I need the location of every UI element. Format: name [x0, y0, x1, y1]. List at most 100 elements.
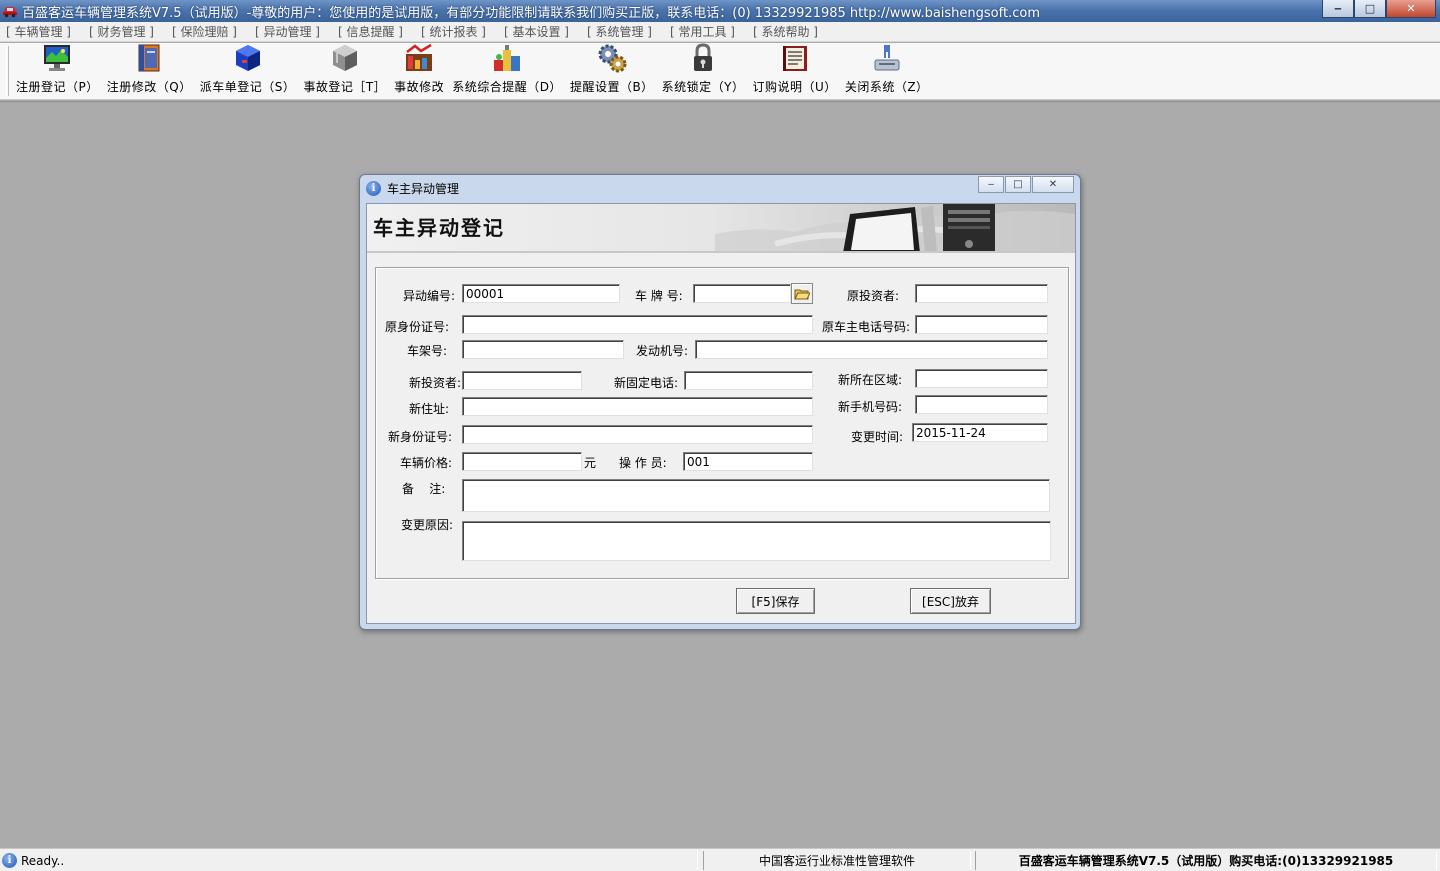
status-ready-text: Ready..: [21, 853, 65, 868]
order-info-button[interactable]: 订购说明（U）: [749, 42, 841, 99]
change-no-input[interactable]: [462, 284, 620, 303]
register-edit-label: 注册修改（Q）: [106, 80, 192, 94]
cancel-button[interactable]: [ESC]放弃: [910, 588, 991, 614]
orig-phone-input[interactable]: [915, 315, 1048, 334]
reminder-settings-label: 提醒设置（B）: [569, 80, 654, 94]
orig-investor-input[interactable]: [915, 284, 1048, 303]
operator-input[interactable]: [683, 452, 813, 471]
dispatch-register-label: 派车单登记（S）: [199, 80, 296, 94]
book-icon: [133, 42, 165, 74]
info-icon: i: [366, 180, 381, 196]
dialog-titlebar[interactable]: i 车主异动管理 ‒ □ ✕: [360, 175, 1080, 201]
plate-browse-button[interactable]: [791, 283, 813, 304]
frame-input[interactable]: [462, 340, 624, 359]
computer-banner-graphic: [715, 204, 1075, 251]
new-address-input[interactable]: [462, 397, 813, 416]
owner-change-dialog: i 车主异动管理 ‒ □ ✕ 车主异动登记 异动编号: 00001 车 牌 号:…: [359, 174, 1081, 630]
new-mobile-input[interactable]: [915, 395, 1048, 414]
close-system-button[interactable]: 关闭系统（Z）: [841, 42, 933, 99]
system-reminder-button[interactable]: 系统综合提醒（D）: [448, 42, 566, 99]
bottles-icon: [491, 42, 523, 74]
dialog-body: 车主异动登记 异动编号: 车 牌 号: 原投资者:: [366, 203, 1076, 624]
register-button[interactable]: 注册登记（P）: [12, 42, 103, 99]
menu-finance-management[interactable]: [ 财务管理 ]: [89, 23, 154, 40]
price-label: 车辆价格:: [400, 456, 453, 470]
remark-textarea[interactable]: [462, 479, 1050, 512]
accident-edit-button[interactable]: 事故修改: [390, 42, 448, 99]
change-time-input[interactable]: [912, 423, 1048, 442]
car-app-icon: [2, 4, 18, 18]
register-label: 注册登记（P）: [16, 80, 99, 94]
engine-label: 发动机号:: [636, 344, 689, 358]
status-ready-pane: i Ready..: [0, 851, 698, 870]
menu-statistics-reports[interactable]: [ 统计报表 ]: [421, 23, 486, 40]
gray-box-icon: [329, 42, 361, 74]
menu-system-help[interactable]: [ 系统帮助 ]: [753, 23, 818, 40]
shutdown-icon: [871, 42, 903, 74]
new-investor-label: 新投资者:: [409, 376, 462, 390]
dialog-close-button[interactable]: ✕: [1032, 176, 1074, 193]
new-region-input[interactable]: [915, 369, 1048, 388]
orig-id-input[interactable]: [462, 315, 813, 334]
price-input[interactable]: [462, 452, 582, 471]
plate-label: 车 牌 号:: [635, 289, 683, 303]
toolbar-grip[interactable]: [6, 46, 9, 96]
close-button[interactable]: ✕: [1386, 0, 1436, 18]
accident-edit-label: 事故修改: [394, 80, 445, 94]
menu-system-management[interactable]: [ 系统管理 ]: [587, 23, 652, 40]
register-edit-button[interactable]: 注册修改（Q）: [103, 42, 196, 99]
dispatch-register-button[interactable]: 派车单登记（S）: [196, 42, 300, 99]
remark-label: 备 注:: [402, 482, 446, 496]
save-button[interactable]: [F5]保存: [736, 588, 815, 614]
lock-icon: [687, 42, 719, 74]
menu-basic-settings[interactable]: [ 基本设置 ]: [504, 23, 569, 40]
menu-info-reminder[interactable]: [ 信息提醒 ]: [338, 23, 403, 40]
chart-icon: [403, 42, 435, 74]
new-mobile-label: 新手机号码:: [838, 400, 903, 414]
blue-box-icon: [232, 42, 264, 74]
new-id-input[interactable]: [462, 425, 813, 444]
close-system-label: 关闭系统（Z）: [844, 80, 929, 94]
reminder-settings-button[interactable]: 提醒设置（B）: [566, 42, 658, 99]
menu-vehicle-management[interactable]: [ 车辆管理 ]: [6, 23, 71, 40]
reason-label: 变更原因:: [401, 518, 454, 532]
change-time-label: 变更时间:: [851, 430, 904, 444]
new-fixed-phone-label: 新固定电话:: [614, 376, 679, 390]
window-title: 百盛客运车辆管理系统V7.5（试用版）-尊敬的用户：您使用的是试用版，有部分功能…: [22, 5, 1040, 21]
menu-change-management[interactable]: [ 异动管理 ]: [255, 23, 320, 40]
accident-register-label: 事故登记［T］: [303, 80, 387, 94]
dialog-banner: 车主异动登记: [367, 204, 1075, 253]
dialog-maximize-button[interactable]: □: [1005, 176, 1031, 193]
new-id-label: 新身份证号:: [388, 430, 453, 444]
order-info-label: 订购说明（U）: [752, 80, 837, 94]
banner-title: 车主异动登记: [373, 216, 505, 240]
manual-icon: [779, 42, 811, 74]
change-no-label: 异动编号:: [403, 289, 456, 303]
plate-input[interactable]: [693, 284, 791, 303]
new-investor-input[interactable]: [462, 371, 582, 390]
folder-open-icon: [794, 289, 810, 299]
menu-insurance-claims[interactable]: [ 保险理赔 ]: [172, 23, 237, 40]
system-lock-button[interactable]: 系统锁定（Y）: [658, 42, 749, 99]
menu-common-tools[interactable]: [ 常用工具 ]: [670, 23, 735, 40]
info-icon: i: [2, 853, 17, 868]
monitor-icon: [41, 42, 73, 74]
toolbar: 注册登记（P） 注册修改（Q） 派车单登记（S） 事故登记［T］ 事故修改 系统…: [0, 43, 1440, 100]
orig-phone-label: 原车主电话号码:: [822, 320, 911, 334]
new-fixed-phone-input[interactable]: [684, 371, 813, 390]
status-right-pane: 百盛客运车辆管理系统V7.5（试用版）购买电话:(0)13329921985: [975, 851, 1437, 870]
accident-register-button[interactable]: 事故登记［T］: [299, 42, 390, 99]
dialog-minimize-button[interactable]: ‒: [978, 176, 1004, 193]
orig-id-label: 原身份证号:: [385, 320, 450, 334]
new-address-label: 新住址:: [409, 402, 450, 416]
minimize-button[interactable]: ‒: [1322, 0, 1354, 18]
status-right-text: 百盛客运车辆管理系统V7.5（试用版）购买电话:(0)13329921985: [1018, 854, 1394, 868]
window-titlebar[interactable]: 百盛客运车辆管理系统V7.5（试用版）-尊敬的用户：您使用的是试用版，有部分功能…: [0, 0, 1440, 22]
gears-icon: [596, 42, 628, 74]
engine-input[interactable]: [695, 340, 1048, 359]
reason-textarea[interactable]: [462, 521, 1051, 561]
frame-label: 车架号:: [407, 344, 448, 358]
maximize-button[interactable]: □: [1354, 0, 1386, 18]
new-region-label: 新所在区域:: [838, 373, 903, 387]
menu-bar: [ 车辆管理 ] [ 财务管理 ] [ 保险理赔 ] [ 异动管理 ] [ 信息…: [0, 22, 1440, 42]
